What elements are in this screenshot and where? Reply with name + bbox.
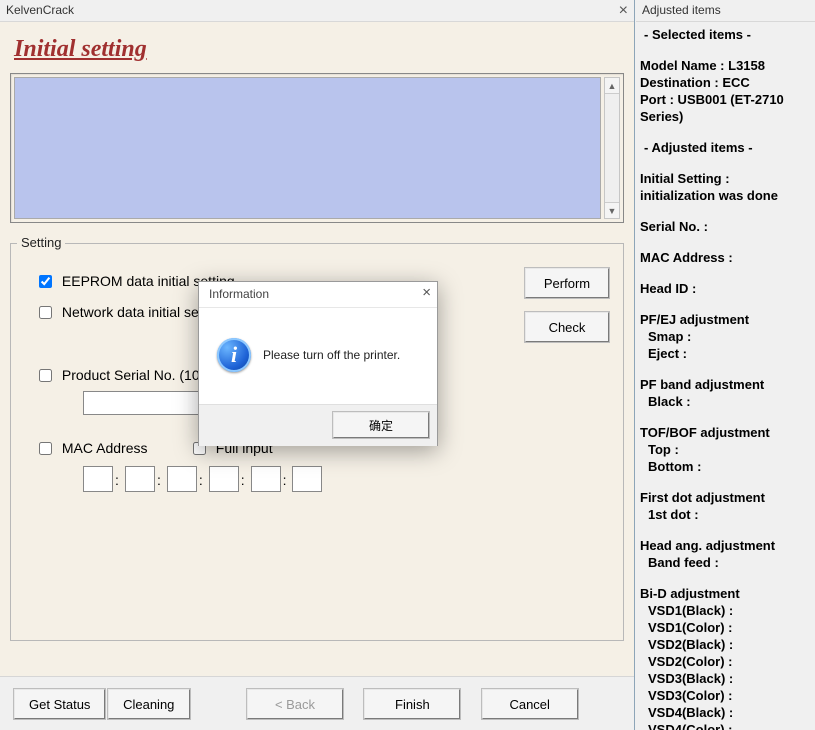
side-line: Series)	[640, 108, 815, 125]
cleaning-button[interactable]: Cleaning	[108, 689, 190, 719]
dialog-close-icon[interactable]: ×	[422, 284, 431, 301]
page-title: Initial setting	[0, 22, 634, 73]
side-line: TOF/BOF adjustment	[640, 424, 815, 441]
side-line: Top :	[640, 441, 815, 458]
back-button[interactable]: < Back	[247, 689, 343, 719]
mac-sep-icon: :	[113, 472, 121, 488]
side-line: Initial Setting :	[640, 170, 815, 187]
side-line: VSD2(Color) :	[640, 653, 815, 670]
serial-checkbox[interactable]	[39, 369, 52, 382]
preview-viewport	[14, 77, 601, 219]
check-button[interactable]: Check	[525, 312, 609, 342]
dialog-title: Information	[209, 287, 269, 301]
window-titlebar: KelvenCrack ×	[0, 0, 634, 22]
mac-checkbox-label[interactable]: MAC Address	[35, 440, 147, 456]
side-line: VSD3(Black) :	[640, 670, 815, 687]
side-line	[640, 362, 815, 376]
side-line: Head ID :	[640, 280, 815, 297]
dialog-titlebar: Information ×	[199, 282, 437, 308]
preview-pane: ▲ ▼	[10, 73, 624, 223]
side-panel-body: - Selected items - Model Name : L3158Dest…	[640, 22, 815, 730]
dialog-button-bar: 确定	[199, 404, 437, 446]
side-line	[640, 235, 815, 249]
information-dialog: Information × i Please turn off the prin…	[198, 281, 438, 446]
scroll-down-icon[interactable]: ▼	[605, 202, 619, 218]
side-line: Eject :	[640, 345, 815, 362]
side-line	[640, 571, 815, 585]
preview-scrollbar[interactable]: ▲ ▼	[604, 77, 620, 219]
mac-octet-2[interactable]	[167, 466, 197, 492]
side-line: VSD3(Color) :	[640, 687, 815, 704]
side-line: Smap :	[640, 328, 815, 345]
side-line: Bottom :	[640, 458, 815, 475]
mac-sep-icon: :	[155, 472, 163, 488]
mac-octet-3[interactable]	[209, 466, 239, 492]
cancel-button[interactable]: Cancel	[482, 689, 578, 719]
side-line: VSD1(Black) :	[640, 602, 815, 619]
info-icon: i	[217, 338, 251, 372]
side-line: initialization was done	[640, 187, 815, 204]
scroll-up-icon[interactable]: ▲	[605, 78, 619, 94]
mac-checkbox[interactable]	[39, 442, 52, 455]
dialog-body: i Please turn off the printer.	[199, 308, 437, 404]
mac-sep-icon: :	[239, 472, 247, 488]
side-line: VSD2(Black) :	[640, 636, 815, 653]
side-line: MAC Address :	[640, 249, 815, 266]
mac-octets: : : : : :	[83, 466, 609, 492]
side-line: Black :	[640, 393, 815, 410]
setting-action-buttons: Perform Check	[525, 268, 609, 356]
window-title: KelvenCrack	[6, 3, 74, 17]
side-line	[640, 125, 815, 139]
side-line: Destination : ECC	[640, 74, 815, 91]
get-status-button[interactable]: Get Status	[14, 689, 105, 719]
side-line	[640, 523, 815, 537]
side-line: Band feed :	[640, 554, 815, 571]
side-line: Head ang. adjustment	[640, 537, 815, 554]
dialog-message: Please turn off the printer.	[263, 348, 427, 362]
side-line: PF/EJ adjustment	[640, 311, 815, 328]
side-line: First dot adjustment	[640, 489, 815, 506]
side-line: Port : USB001 (ET-2710	[640, 91, 815, 108]
network-checkbox-label[interactable]: Network data initial setting	[35, 304, 225, 320]
side-line: Model Name : L3158	[640, 57, 815, 74]
side-line	[640, 297, 815, 311]
mac-octet-0[interactable]	[83, 466, 113, 492]
mac-sep-icon: :	[281, 472, 289, 488]
network-checkbox[interactable]	[39, 306, 52, 319]
side-line: PF band adjustment	[640, 376, 815, 393]
adjusted-items-panel: Adjusted items - Selected items - Model N…	[636, 0, 815, 730]
close-icon[interactable]: ×	[619, 0, 628, 22]
mac-octet-1[interactable]	[125, 466, 155, 492]
bottom-button-bar: Get Status Cleaning < Back Finish Cancel	[0, 676, 634, 730]
mac-octet-4[interactable]	[251, 466, 281, 492]
mac-label-text: MAC Address	[62, 440, 148, 456]
side-line	[640, 204, 815, 218]
eeprom-checkbox[interactable]	[39, 275, 52, 288]
side-line	[640, 266, 815, 280]
side-line: Serial No. :	[640, 218, 815, 235]
side-line	[640, 43, 815, 57]
side-line: VSD4(Color) :	[640, 721, 815, 730]
mac-octet-5[interactable]	[292, 466, 322, 492]
side-line: 1st dot :	[640, 506, 815, 523]
side-panel-title: Adjusted items	[636, 0, 815, 22]
side-line: - Adjusted items -	[640, 139, 815, 156]
side-line: - Selected items -	[640, 26, 815, 43]
side-line: VSD4(Black) :	[640, 704, 815, 721]
side-line	[640, 475, 815, 489]
side-line: Bi-D adjustment	[640, 585, 815, 602]
side-line: VSD1(Color) :	[640, 619, 815, 636]
perform-button[interactable]: Perform	[525, 268, 609, 298]
finish-button[interactable]: Finish	[364, 689, 460, 719]
setting-legend: Setting	[17, 235, 65, 250]
dialog-ok-button[interactable]: 确定	[333, 412, 429, 438]
mac-sep-icon: :	[197, 472, 205, 488]
mac-row: MAC Address Full input : : : : :	[35, 439, 609, 492]
side-line	[640, 156, 815, 170]
side-line	[640, 410, 815, 424]
